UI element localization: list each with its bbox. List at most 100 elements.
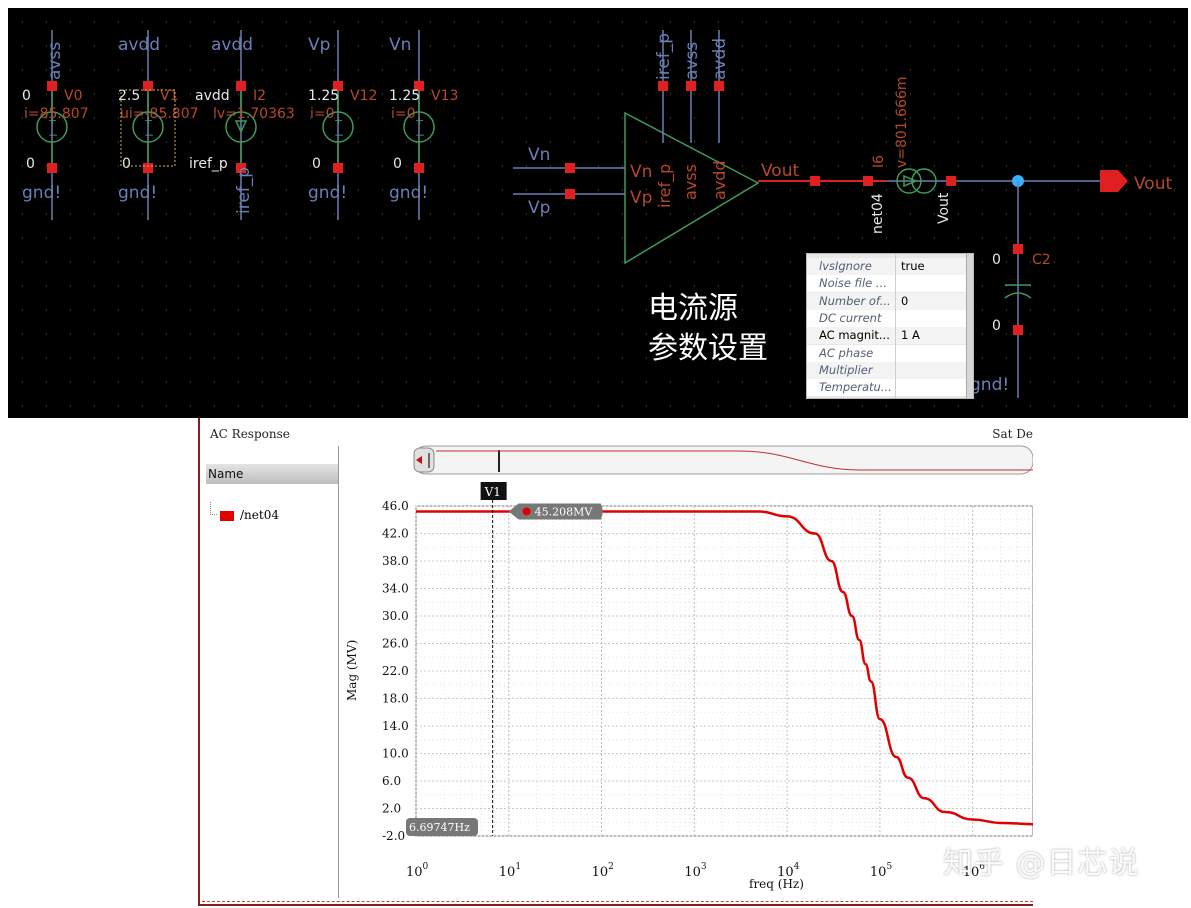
net-pin (946, 176, 956, 186)
instance-label: V13 (431, 88, 458, 104)
property-key: Temperatu... (819, 380, 892, 395)
x-tick-base: 10 (499, 865, 516, 880)
grid-dots (22, 21, 1175, 407)
property-key: AC phase (819, 345, 874, 360)
schematic-drawing: +−avssV00i=85.8070gnd!+−avddV12.5ui=-85.… (22, 21, 1175, 407)
node-value: 0 (122, 156, 131, 172)
node-value: 0 (992, 318, 1001, 334)
net-label-top: avdd (211, 35, 253, 55)
property-row[interactable]: DC current (807, 309, 973, 327)
property-key: lvsIgnore (819, 259, 872, 273)
watermark: 知乎 @日芯说 (943, 846, 1140, 881)
x-tick-label: 102 (592, 862, 614, 880)
source-current: i=0 (310, 106, 335, 122)
y-tick-label: 46.0 (382, 499, 409, 513)
minus-sign: − (334, 128, 344, 142)
source-pin-bottom (414, 163, 424, 173)
source-pin-top (143, 81, 153, 91)
input-net-label: Vn (528, 145, 550, 165)
ac-plot[interactable]: -2.0 2.0 6.0 10.0 14.0 18.0 22.0 26.0 30.0 34.0 38… (200, 418, 1033, 904)
property-key: DC current (819, 310, 882, 325)
input-pin (565, 163, 575, 173)
property-key: Multiplier (819, 362, 873, 377)
net-pin (863, 176, 873, 186)
x-tick-exponent: 2 (608, 862, 614, 872)
annotation-line-2: 参数设置 (648, 331, 768, 366)
plus-sign: + (334, 114, 343, 127)
x-tick-exponent: 1 (515, 862, 521, 872)
amp-pin-top (686, 81, 696, 91)
net-label-vout: Vout (936, 192, 952, 224)
minus-sign: − (48, 128, 58, 142)
x-tick-base: 10 (684, 865, 701, 880)
property-value[interactable]: true (901, 258, 925, 275)
cap-name: C2 (1032, 252, 1051, 268)
x-tick-label: 105 (870, 862, 893, 880)
property-row[interactable]: lvsIgnore true (807, 258, 973, 275)
x-tick-label: 103 (684, 862, 707, 880)
property-row[interactable]: Noise file ... (807, 275, 973, 293)
source-pin-bottom (333, 163, 343, 173)
node-value: 0 (393, 156, 402, 172)
marker-readout: 45.208MV (535, 505, 594, 518)
net-label-bottom: gnd! (22, 183, 61, 203)
instance-label: I2 (253, 88, 266, 104)
net-label-top: Vn (389, 35, 411, 55)
y-tick-label: 2.0 (382, 802, 401, 816)
property-value[interactable]: 0 (901, 293, 908, 310)
source-current: i=0 (391, 106, 416, 122)
source-pin-top (236, 81, 246, 91)
y-tick-label: -2.0 (382, 829, 405, 843)
y-tick-label: 14.0 (382, 719, 409, 733)
y-tick-label: 22.0 (382, 664, 409, 678)
source-value: 0 (22, 88, 31, 104)
amp-pin-top (658, 81, 668, 91)
amp-pin-label: Vp (630, 188, 652, 208)
y-tick-label: 26.0 (382, 637, 409, 651)
instance-label: V12 (350, 88, 377, 104)
isource-name: I6 (871, 155, 887, 168)
cap-gnd-label: gnd! (970, 375, 1009, 395)
property-row[interactable]: Temperatu... (807, 379, 973, 397)
node-value: 0 (992, 252, 1001, 268)
x-tick-base: 10 (406, 865, 423, 880)
x-tick-label: 100 (406, 862, 429, 880)
property-value[interactable]: 1 A (901, 327, 920, 344)
property-row[interactable]: Multiplier (807, 361, 973, 379)
instance-label: V0 (64, 88, 82, 104)
net-label-bottom: gnd! (118, 183, 157, 203)
y-tick-label: 30.0 (382, 609, 409, 623)
net-pin (810, 176, 820, 186)
source-pin-bottom (143, 163, 153, 173)
x-tick-exponent: 3 (701, 862, 707, 872)
source-current: lv=1.70363 (213, 106, 295, 122)
source-pin-bottom (47, 163, 57, 173)
y-tick-label: 18.0 (382, 692, 409, 706)
x-tick-label: 101 (499, 862, 521, 880)
minus-sign: − (144, 128, 154, 142)
net-label-top: Vp (308, 35, 330, 55)
input-net-label: Vp (528, 198, 550, 218)
net-label-bottom: gnd! (308, 183, 347, 203)
property-panel[interactable]: lvsIgnore true Noise file ... Number of... 0… (806, 253, 974, 399)
source-pin-top (47, 81, 57, 91)
net-label-net04: net04 (870, 193, 886, 234)
x-tick-base: 10 (592, 865, 609, 880)
y-tick-label: 6.0 (382, 774, 401, 788)
property-row[interactable]: Number of... 0 (807, 292, 973, 310)
input-pin (565, 189, 575, 199)
marker-point (522, 507, 531, 516)
property-row[interactable]: AC phase (807, 344, 973, 362)
amp-output-label: Vout (761, 161, 799, 181)
y-tick-label: 42.0 (382, 527, 409, 541)
minus-sign: − (415, 128, 425, 142)
x-axis-label: freq (Hz) (749, 877, 804, 891)
amp-pin-label: Vn (630, 162, 652, 182)
amp-pin-top (714, 81, 724, 91)
schematic-canvas[interactable]: + − avss V0 0 i=85.807 0 gnd! + − avdd V1 2.5 ui=-85.… (8, 8, 1188, 418)
source-value: avdd (195, 88, 230, 104)
cap-pin (1013, 244, 1023, 254)
y-tick-label: 38.0 (382, 554, 409, 568)
property-scrollbar[interactable] (966, 254, 973, 398)
property-row[interactable]: AC magnit... 1 A (807, 327, 973, 345)
